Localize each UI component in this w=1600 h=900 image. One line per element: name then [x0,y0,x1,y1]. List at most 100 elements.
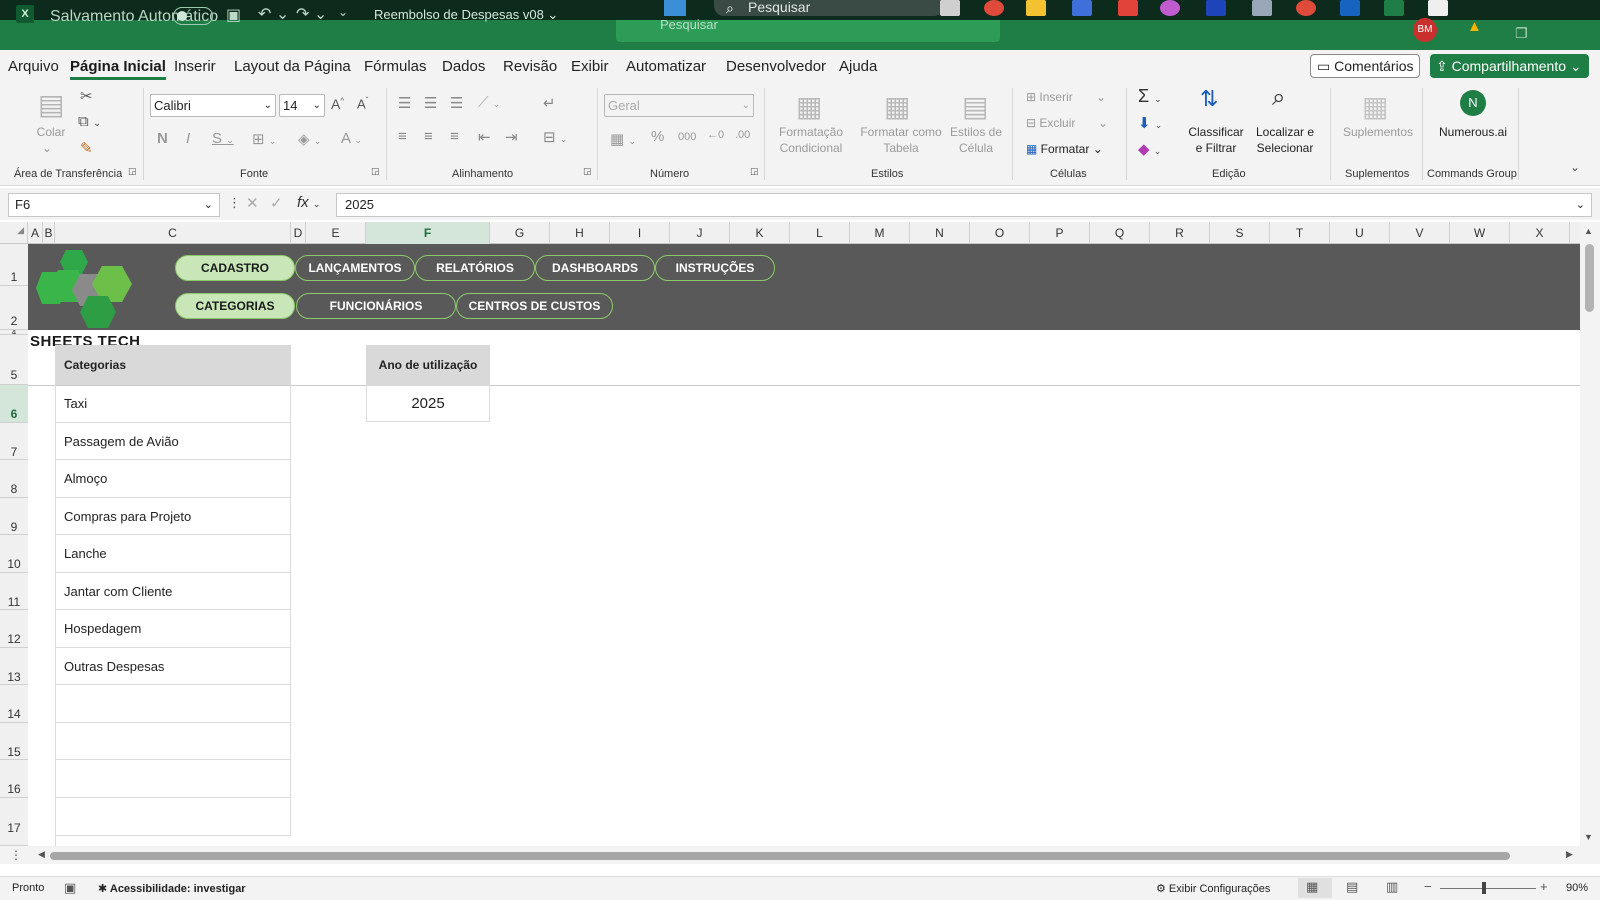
row-header[interactable]: 9 [0,498,28,535]
align-left-icon[interactable]: ≡ [398,128,407,145]
nav-categorias-button[interactable]: CATEGORIAS [175,293,295,319]
format-painter-icon[interactable]: ✎ [80,139,93,157]
row-header[interactable]: 2 [0,286,28,330]
column-header[interactable]: E [306,222,366,244]
app-icon[interactable] [1252,0,1272,16]
row-header[interactable]: 13 [0,648,28,685]
nav-centros-custos-button[interactable]: CENTROS DE CUSTOS [456,293,613,319]
scroll-down-icon[interactable]: ▼ [1584,832,1593,842]
launcher-icon[interactable]: ◲ [371,166,380,177]
row-header[interactable]: 10 [0,535,28,573]
save-icon[interactable]: ▣ [226,5,241,25]
format-cells-button[interactable]: ▦ Formatar ⌄ [1026,141,1103,157]
find-select-icon[interactable]: ⌕ [1272,84,1285,112]
row-header[interactable]: 12 [0,610,28,648]
column-header[interactable]: V [1390,222,1450,244]
more-icon[interactable]: ⋮ [228,195,241,211]
tab-automatizar[interactable]: Automatizar [626,58,706,75]
tab-inserir[interactable]: Inserir [174,58,216,75]
numerous-icon[interactable]: N [1460,90,1486,116]
increase-font-icon[interactable]: A^ [331,96,344,112]
scroll-up-icon[interactable]: ▲ [1584,226,1593,236]
launcher-icon[interactable]: ◲ [583,166,592,177]
excel-icon[interactable] [1384,0,1404,16]
increase-indent-icon[interactable]: ⇥ [505,128,518,146]
horizontal-scroll-thumb[interactable] [50,852,1510,860]
decrease-font-icon[interactable]: Aˇ [357,96,368,111]
column-header[interactable]: R [1150,222,1210,244]
align-middle-icon[interactable]: ☰ [424,94,437,112]
fill-icon[interactable]: ⬇ ⌄ [1138,114,1162,132]
row-header[interactable]: 8 [0,460,28,498]
autosave-toggle[interactable] [173,7,213,25]
zoom-in-icon[interactable]: + [1540,879,1548,894]
user-avatar[interactable]: BM [1413,18,1437,42]
formula-input[interactable]: 2025 ⌄ [336,193,1592,217]
font-color-icon[interactable]: A ⌄ [341,130,362,147]
row-header[interactable]: 16 [0,760,28,798]
category-cell-empty[interactable] [55,685,291,723]
windows-start-icon[interactable] [664,0,686,16]
row-header[interactable]: 7 [0,423,28,460]
select-all-button[interactable]: ◢ [0,222,28,244]
chevron-down-icon[interactable]: ⌄ [1096,89,1106,105]
addins-icon[interactable]: ▦ [1362,90,1388,123]
document-title[interactable]: Reembolso de Despesas v08 ⌄ [374,7,558,23]
tab-exibir[interactable]: Exibir [571,58,609,75]
merge-center-icon[interactable]: ⊟ ⌄ [543,128,567,146]
decrease-indent-icon[interactable]: ⇤ [478,128,491,146]
thousands-icon[interactable]: 000 [678,131,696,143]
chrome-icon[interactable] [1296,0,1316,16]
file-icon[interactable] [940,0,960,16]
row-header[interactable]: 1 [0,244,28,286]
conditional-format-button[interactable]: Formatação Condicional [770,124,852,156]
zoom-out-icon[interactable]: − [1424,879,1432,894]
column-header[interactable]: U [1330,222,1390,244]
launcher-icon[interactable]: ◲ [128,166,137,177]
nav-cadastro-button[interactable]: CADASTRO [175,255,295,281]
macro-record-icon[interactable]: ▣ [64,880,76,896]
collapse-ribbon-icon[interactable]: ⌄ [1570,160,1580,174]
share-button[interactable]: ⇪ Compartilhamento ⌄ [1430,54,1589,78]
row-header[interactable]: 11 [0,573,28,610]
column-header[interactable]: W [1450,222,1510,244]
nav-instrucoes-button[interactable]: INSTRUÇÕES [655,255,775,281]
column-header[interactable]: K [730,222,790,244]
launcher-icon[interactable]: ◲ [750,166,759,177]
format-table-icon[interactable]: ▦ [884,90,910,123]
row-header[interactable]: 15 [0,723,28,760]
category-cell[interactable]: Taxi [55,385,291,423]
orientation-icon[interactable]: ⟋ ⌄ [478,94,500,111]
title-search-input[interactable]: Pesquisar [616,18,1000,42]
nav-dashboards-button[interactable]: DASHBOARDS [535,255,655,281]
year-cell[interactable]: 2025 [366,385,490,422]
column-header[interactable]: L [790,222,850,244]
clear-icon[interactable]: ◆ ⌄ [1138,140,1161,158]
column-header[interactable]: Q [1090,222,1150,244]
confirm-icon[interactable]: ✓ [270,194,283,212]
outlook-icon[interactable] [1340,0,1360,16]
app-icon[interactable] [1072,0,1092,16]
decrease-decimal-icon[interactable]: .00 [735,129,750,141]
align-center-icon[interactable]: ≡ [424,128,433,145]
column-header[interactable]: D [291,222,306,244]
insert-cells-button[interactable]: ⊞ Inserir [1026,89,1073,105]
row-header[interactable]: 5 [0,335,28,385]
currency-icon[interactable]: ▦ ⌄ [610,130,636,148]
column-header[interactable]: X [1510,222,1570,244]
tab-pagina-inicial[interactable]: Página Inicial [70,58,166,80]
category-cell-empty[interactable] [55,723,291,760]
year-header[interactable]: Ano de utilização [366,345,490,385]
align-bottom-icon[interactable]: ☰ [450,94,463,112]
format-table-button[interactable]: Formatar como Tabela [856,124,946,156]
category-cell[interactable]: Almoço [55,460,291,498]
column-header[interactable]: B [43,222,55,244]
find-select-button[interactable]: Localizar e Selecionar [1250,124,1320,156]
category-cell[interactable]: Outras Despesas [55,648,291,685]
chrome-icon[interactable] [984,0,1004,16]
nav-relatorios-button[interactable]: RELATÓRIOS [415,255,535,281]
wrap-text-icon[interactable]: ↵ [543,94,556,112]
name-box[interactable]: F6 ⌄ [8,193,220,217]
tab-arquivo[interactable]: Arquivo [8,58,59,75]
font-size-select[interactable]: 14 ⌄ [279,94,325,117]
